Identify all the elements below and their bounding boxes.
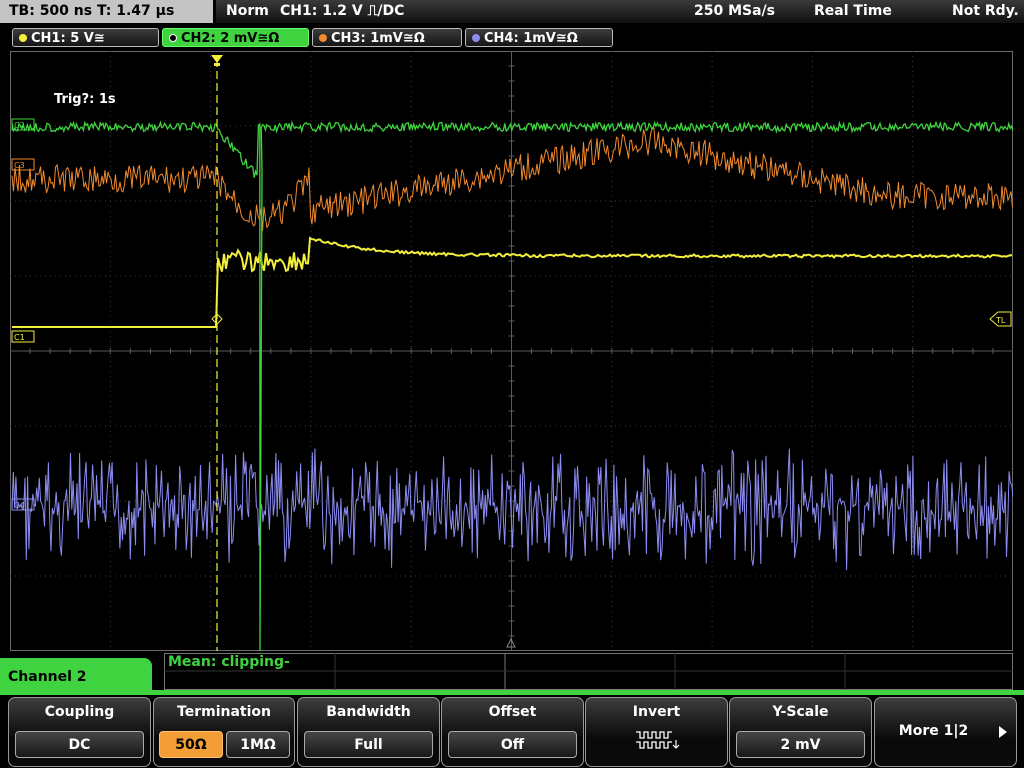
invert-waveform-icon bbox=[636, 731, 680, 749]
bandwidth-value[interactable]: Full bbox=[304, 731, 433, 758]
trigger-level-label: TL bbox=[995, 316, 1006, 325]
ch2-dot-icon bbox=[169, 34, 177, 42]
termination-softkey[interactable]: Termination 50Ω 1MΩ bbox=[153, 697, 295, 767]
acquisition-mode: Real Time bbox=[814, 3, 892, 19]
tab-ch3-label: CH3: 1mV≅Ω bbox=[331, 31, 425, 46]
status-bar: Norm CH1: 1.2 V ⎍/DC 250 MSa/s Real Time… bbox=[216, 0, 1024, 23]
invert-softkey[interactable]: Invert bbox=[585, 697, 728, 767]
more-softkey[interactable]: More 1|2 bbox=[874, 697, 1017, 767]
ch4-marker-label: C4 bbox=[14, 501, 25, 510]
bandwidth-softkey[interactable]: Bandwidth Full bbox=[297, 697, 440, 767]
ch3-dot-icon bbox=[319, 34, 327, 42]
trigger-mode[interactable]: Norm bbox=[226, 0, 269, 23]
tab-ch3[interactable]: CH3: 1mV≅Ω bbox=[312, 28, 462, 47]
more-label: More 1|2 bbox=[898, 723, 969, 739]
tab-ch1[interactable]: CH1: 5 V≅ bbox=[12, 28, 159, 47]
sample-rate: 250 MSa/s bbox=[694, 3, 776, 19]
timebase-readout[interactable]: TB: 500 ns T: 1.47 μs bbox=[0, 0, 213, 23]
invert-title: Invert bbox=[632, 704, 681, 720]
termination-1mohm-option[interactable]: 1MΩ bbox=[226, 731, 290, 758]
trigger-position-icon[interactable] bbox=[211, 55, 223, 63]
ch4-dot-icon bbox=[472, 34, 480, 42]
tab-ch2-label: CH2: 2 mV≅Ω bbox=[181, 31, 280, 46]
graticule bbox=[10, 51, 1013, 651]
ch2-marker-label: C2 bbox=[14, 121, 25, 130]
termination-50ohm-option[interactable]: 50Ω bbox=[159, 731, 223, 758]
yscale-value[interactable]: 2 mV bbox=[736, 731, 865, 758]
ch2-trace bbox=[11, 120, 1013, 651]
offset-softkey[interactable]: Offset Off bbox=[441, 697, 584, 767]
tab-ch4-label: CH4: 1mV≅Ω bbox=[484, 31, 578, 46]
trigger-stem-icon bbox=[214, 63, 220, 66]
yscale-softkey[interactable]: Y-Scale 2 mV bbox=[729, 697, 872, 767]
tab-ch1-label: CH1: 5 V≅ bbox=[31, 31, 105, 46]
run-state: Not Rdy. bbox=[952, 3, 1019, 19]
waveform-canvas[interactable]: Trig?: 1s C2 C3 C1 C4 TL bbox=[10, 51, 1013, 651]
offset-title: Offset bbox=[488, 704, 537, 720]
next-page-icon bbox=[999, 726, 1007, 738]
coupling-title: Coupling bbox=[44, 704, 115, 720]
ch1-marker-label: C1 bbox=[14, 333, 25, 342]
traces bbox=[11, 120, 1013, 651]
trigger-setting[interactable]: CH1: 1.2 V ⎍/DC bbox=[280, 0, 404, 23]
termination-title: Termination bbox=[177, 704, 271, 720]
trig-info: Trig?: 1s bbox=[54, 92, 116, 107]
ch4-trace bbox=[11, 448, 1013, 571]
tab-ch2[interactable]: CH2: 2 mV≅Ω bbox=[162, 28, 309, 47]
ch3-marker-label: C3 bbox=[14, 161, 25, 170]
coupling-softkey[interactable]: Coupling DC bbox=[8, 697, 151, 767]
mean-measurement: Mean: clipping- bbox=[168, 654, 290, 670]
menu-channel-label: Channel 2 bbox=[0, 658, 152, 698]
yscale-title: Y-Scale bbox=[772, 704, 829, 720]
ch1-dot-icon bbox=[19, 34, 27, 42]
offset-value[interactable]: Off bbox=[448, 731, 577, 758]
ch3-trace bbox=[11, 126, 1013, 231]
measurement-grid bbox=[164, 653, 1013, 690]
tab-ch4[interactable]: CH4: 1mV≅Ω bbox=[465, 28, 613, 47]
bandwidth-title: Bandwidth bbox=[326, 704, 411, 720]
coupling-value[interactable]: DC bbox=[15, 731, 144, 758]
